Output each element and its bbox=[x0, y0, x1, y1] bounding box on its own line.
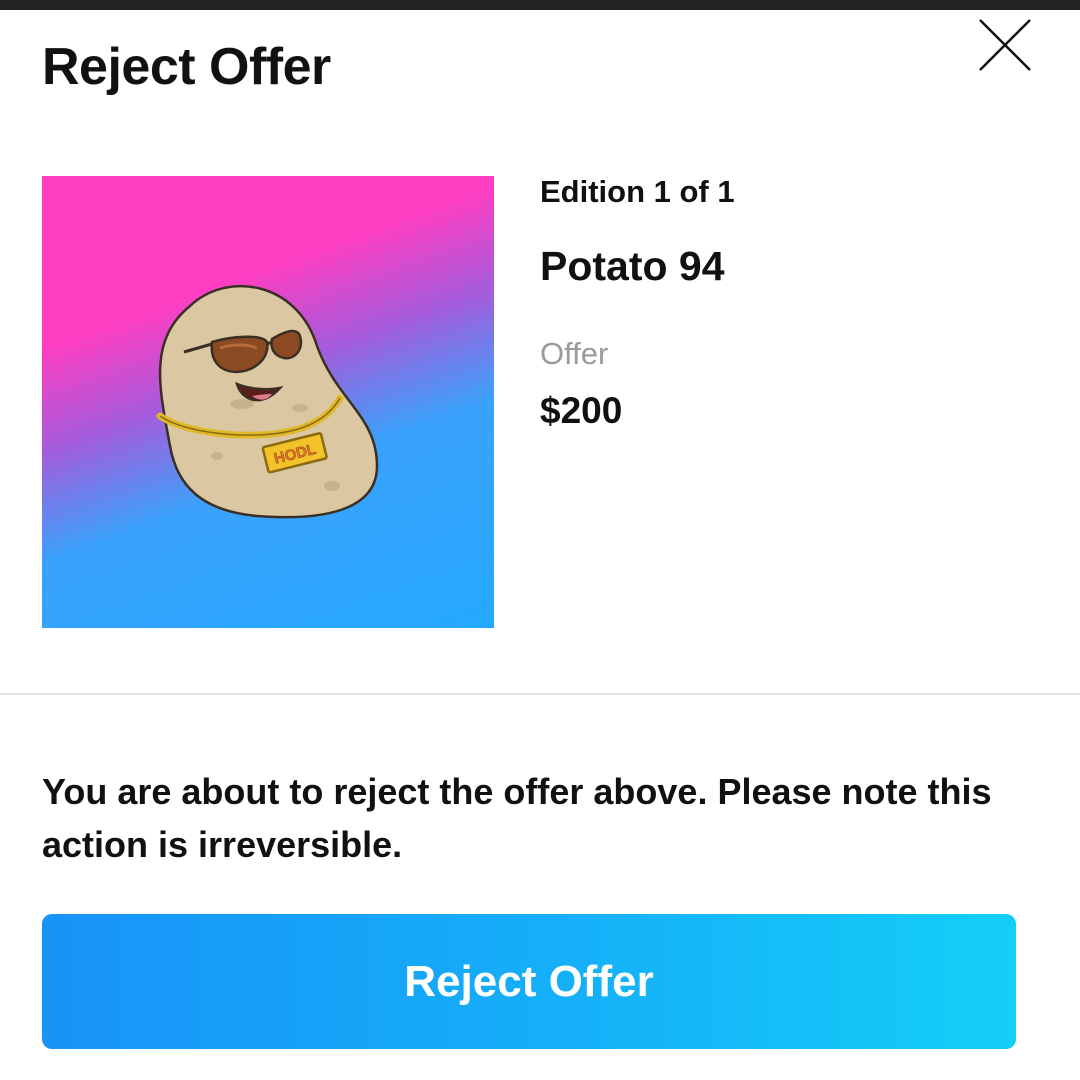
offer-label: Offer bbox=[540, 336, 609, 371]
offer-amount: $200 bbox=[540, 390, 623, 431]
warning-message: You are about to reject the offer above.… bbox=[42, 771, 992, 865]
potato-illustration: HODL bbox=[156, 284, 379, 519]
reject-offer-button[interactable]: Reject Offer bbox=[42, 914, 1016, 1049]
status-bar bbox=[0, 0, 1080, 10]
close-icon[interactable] bbox=[972, 14, 1038, 78]
item-name: Potato 94 bbox=[540, 243, 725, 289]
nft-artwork[interactable]: HODL bbox=[42, 176, 494, 628]
section-divider bbox=[0, 693, 1080, 695]
edition-label: Edition 1 of 1 bbox=[540, 174, 735, 209]
modal-title: Reject Offer bbox=[42, 38, 331, 96]
